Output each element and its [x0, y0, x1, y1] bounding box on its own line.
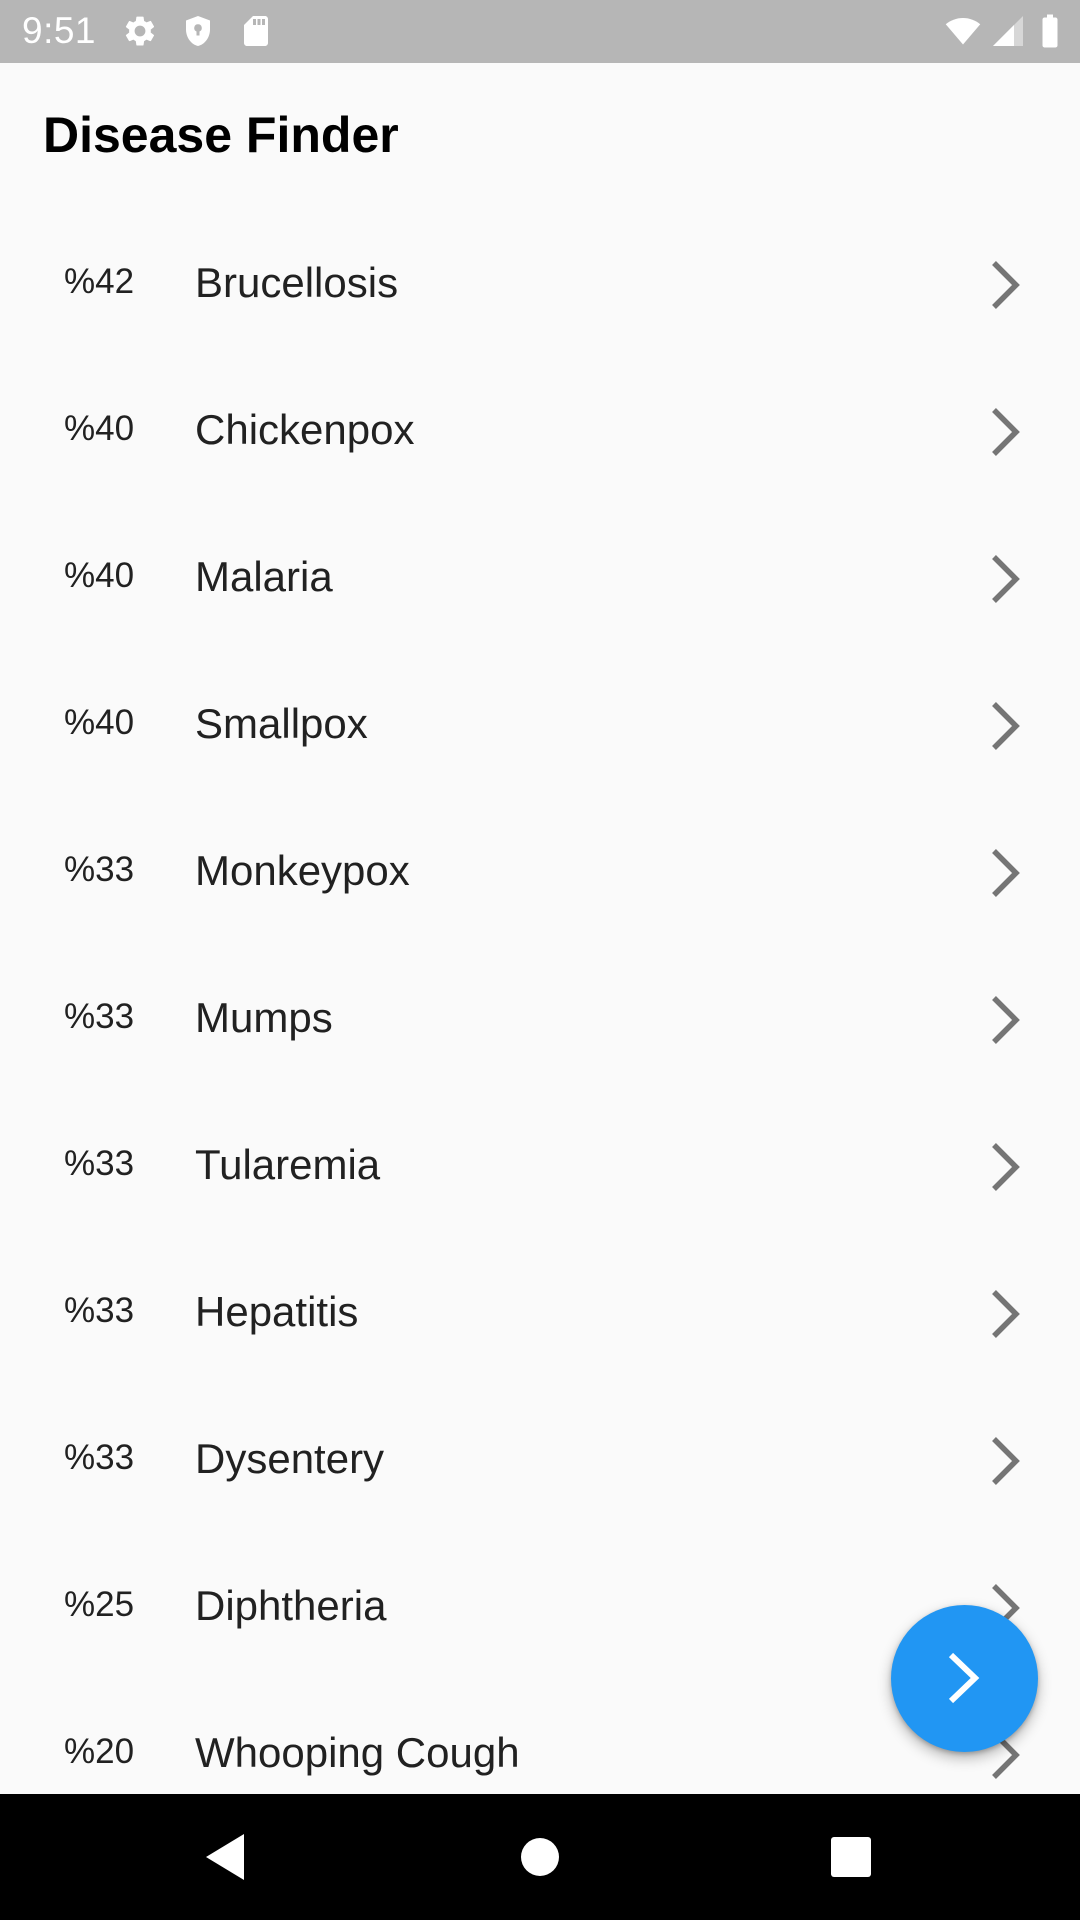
status-time: 9:51 [22, 10, 97, 51]
match-percent: %40 [64, 556, 135, 595]
disease-name: Brucellosis [195, 259, 399, 306]
navigation-bar [0, 1794, 1080, 1920]
gear-icon [122, 13, 158, 49]
disease-name: Mumps [195, 994, 333, 1041]
list-item[interactable]: %33 Hepatitis [0, 1239, 1080, 1386]
chevron-right-icon [988, 405, 1024, 459]
disease-name: Smallpox [195, 700, 368, 747]
status-bar: 9:51 [0, 0, 1080, 63]
sd-card-icon [238, 13, 274, 49]
back-icon[interactable] [196, 1824, 262, 1890]
chevron-right-icon [988, 846, 1024, 900]
chevron-right-icon [988, 552, 1024, 606]
match-percent: %33 [64, 1291, 135, 1330]
disease-name: Malaria [195, 553, 333, 600]
list-item[interactable]: %40 Smallpox [0, 651, 1080, 798]
disease-list[interactable]: %42 Brucellosis %40 Chickenpox %40 Malar… [0, 210, 1080, 1794]
match-percent: %33 [64, 850, 135, 889]
chevron-right-icon [988, 258, 1024, 312]
match-percent: %20 [64, 1732, 135, 1771]
list-item[interactable]: %33 Monkeypox [0, 798, 1080, 945]
match-percent: %33 [64, 1438, 135, 1477]
cell-signal-icon [990, 13, 1026, 49]
chevron-right-icon [988, 1287, 1024, 1341]
recents-icon[interactable] [818, 1824, 884, 1890]
disease-name: Diphtheria [195, 1582, 387, 1629]
disease-name: Dysentery [195, 1435, 385, 1482]
disease-name: Whooping Cough [195, 1729, 520, 1776]
disease-name: Chickenpox [195, 406, 415, 453]
match-percent: %40 [64, 703, 135, 742]
disease-name: Hepatitis [195, 1288, 359, 1335]
wifi-icon [943, 13, 983, 49]
chevron-right-icon [988, 1140, 1024, 1194]
chevron-right-icon [988, 699, 1024, 753]
match-percent: %33 [64, 1144, 135, 1183]
match-percent: %25 [64, 1585, 135, 1624]
shield-icon [180, 13, 216, 49]
page-title: Disease Finder [43, 107, 399, 163]
list-item[interactable]: %33 Mumps [0, 945, 1080, 1092]
app-bar: Disease Finder [0, 63, 1080, 210]
list-item[interactable]: %40 Chickenpox [0, 357, 1080, 504]
disease-name: Monkeypox [195, 847, 410, 894]
chevron-right-icon [988, 993, 1024, 1047]
disease-name: Tularemia [195, 1141, 381, 1188]
next-fab-button[interactable] [891, 1605, 1038, 1752]
battery-icon [1038, 13, 1062, 49]
match-percent: %40 [64, 409, 135, 448]
list-item[interactable]: %33 Tularemia [0, 1092, 1080, 1239]
chevron-right-icon [988, 1434, 1024, 1488]
home-icon[interactable] [507, 1824, 573, 1890]
match-percent: %33 [64, 997, 135, 1036]
chevron-right-icon [941, 1649, 987, 1707]
list-item[interactable]: %33 Dysentery [0, 1386, 1080, 1533]
list-item[interactable]: %40 Malaria [0, 504, 1080, 651]
match-percent: %42 [64, 262, 135, 301]
list-item[interactable]: %42 Brucellosis [0, 210, 1080, 357]
